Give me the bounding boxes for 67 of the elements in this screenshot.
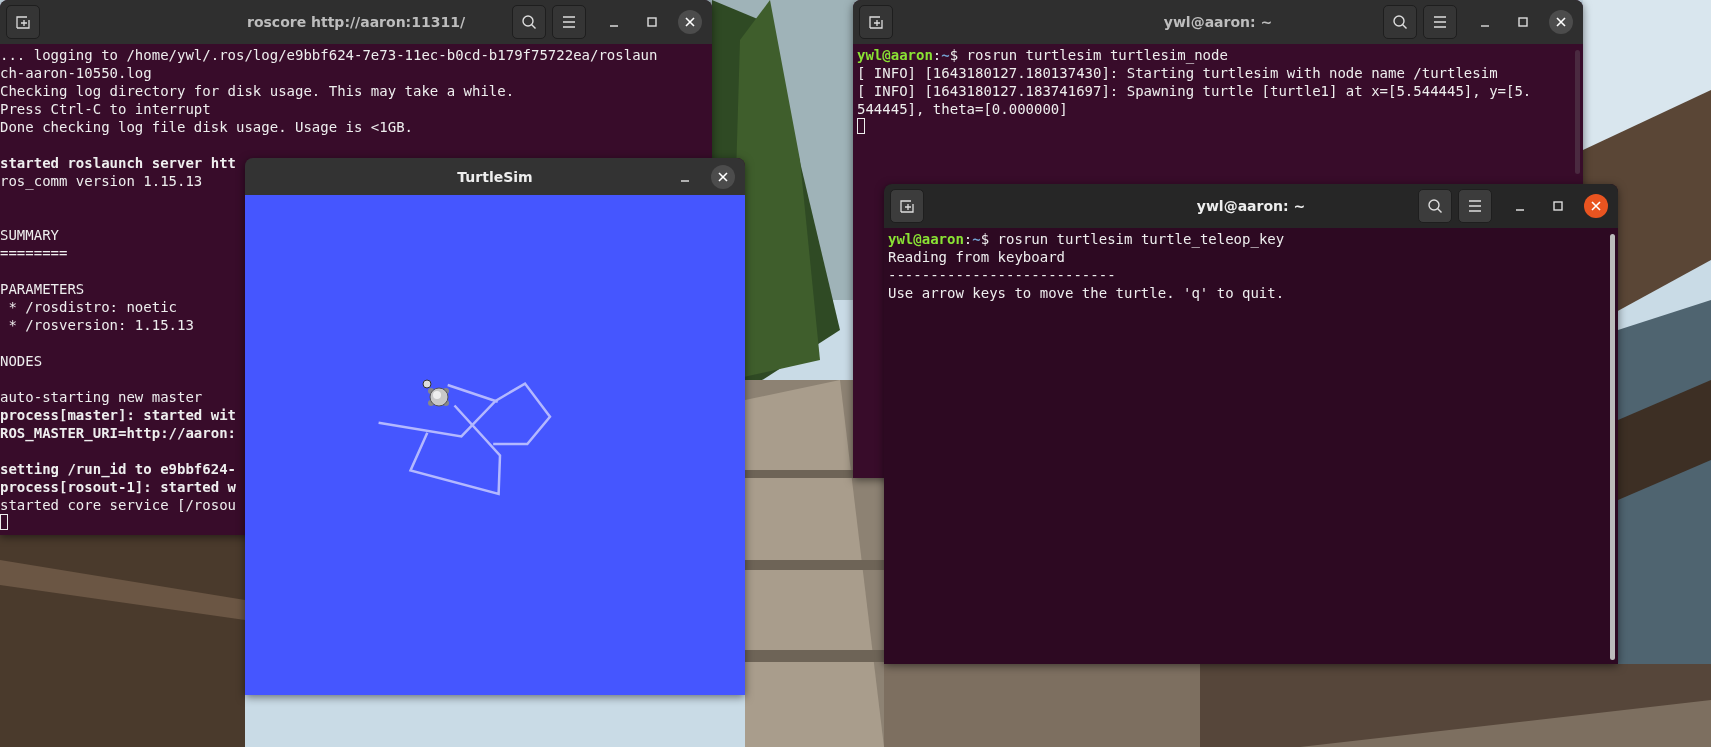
new-tab-icon: [15, 14, 31, 30]
close-icon: [718, 171, 728, 182]
close-icon: [685, 17, 695, 27]
window-title: ywl@aaron: ~: [1196, 198, 1306, 214]
close-button[interactable]: [1549, 10, 1573, 34]
window-title: ywl@aaron: ~: [1163, 14, 1273, 30]
menu-icon: [1432, 15, 1448, 29]
new-tab-icon: [899, 198, 915, 214]
output-line: [ INFO] [1643180127.183741697]: Spawning turtle [turtle1] at x=[5.544445], y=[5.: [857, 82, 1532, 100]
output-line: Reading from keyboard: [888, 248, 1065, 266]
output-line: process[master]: started wit: [0, 406, 236, 424]
window-title: roscore http://aaron:11311/: [247, 14, 465, 30]
maximize-icon: [1553, 201, 1563, 211]
output-line: SUMMARY: [0, 226, 59, 244]
close-button[interactable]: [1584, 194, 1608, 218]
output-line: started roslaunch server htt: [0, 154, 236, 172]
close-icon: [1556, 17, 1566, 27]
search-button[interactable]: [1383, 5, 1417, 39]
search-icon: [521, 14, 537, 30]
output-line: ---------------------------: [888, 266, 1116, 284]
menu-button[interactable]: [552, 5, 586, 39]
menu-button[interactable]: [1423, 5, 1457, 39]
output-line: Done checking log file disk usage. Usage is <1GB.: [0, 118, 413, 136]
maximize-icon: [1518, 17, 1528, 27]
output-line: Use arrow keys to move the turtle. 'q' to quit.: [888, 284, 1285, 302]
new-tab-button[interactable]: [6, 5, 40, 39]
new-tab-button[interactable]: [890, 189, 924, 223]
menu-icon: [1467, 199, 1483, 213]
output-line: * /rosdistro: noetic: [7, 298, 177, 316]
maximize-icon: [647, 17, 657, 27]
output-line: PARAMETERS: [0, 280, 85, 298]
search-button[interactable]: [1418, 189, 1452, 223]
close-button[interactable]: [678, 10, 702, 34]
output-line: ros_comm version 1.15.13: [0, 172, 203, 190]
minimize-icon: [1480, 25, 1490, 27]
scrollbar[interactable]: [1575, 50, 1580, 174]
output-line: process[rosout-1]: started w: [0, 478, 236, 496]
output-line: ... logging to /home/ywl/.ros/log/e9bbf624-7e73-11ec-b0cd-b179f75722ea/roslaun: [0, 46, 658, 64]
turtle-icon: [422, 379, 449, 407]
output-line: auto-starting new master: [0, 388, 203, 406]
menu-icon: [561, 15, 577, 29]
output-line: ROS_MASTER_URI=http://aaron:: [0, 424, 236, 442]
output-line: Checking log directory for disk usage. This may take a while.: [0, 82, 515, 100]
search-icon: [1427, 198, 1443, 214]
output-line: started core service [/rosou: [0, 496, 236, 514]
output-line: * /rosversion: 1.15.13: [7, 316, 194, 334]
output-line: NODES: [0, 352, 43, 370]
output-line: ========: [0, 244, 68, 262]
output-line: 544445], theta=[0.000000]: [857, 100, 1068, 118]
scrollbar[interactable]: [1610, 234, 1615, 660]
search-button[interactable]: [512, 5, 546, 39]
close-icon: [1591, 201, 1601, 211]
output-line: Press Ctrl-C to interrupt: [0, 100, 211, 118]
search-icon: [1392, 14, 1408, 30]
output-line: ch-aaron-10550.log: [0, 64, 152, 82]
prompt-line: ywl@aaron:~$ rosrun turtlesim turtle_teleop_key: [888, 230, 1285, 248]
minimize-icon: [680, 179, 690, 182]
new-tab-button[interactable]: [859, 5, 893, 39]
minimize-icon: [609, 25, 619, 27]
minimize-icon: [1515, 209, 1525, 211]
new-tab-icon: [868, 14, 884, 30]
output-line: setting /run_id to e9bbf624-: [0, 460, 236, 478]
output-line: [ INFO] [1643180127.180137430]: Starting turtlesim with node name /turtlesim: [857, 64, 1498, 82]
close-button[interactable]: [711, 164, 735, 189]
window-title: TurtleSim: [457, 168, 533, 185]
menu-button[interactable]: [1458, 189, 1492, 223]
prompt-line: ywl@aaron:~$ rosrun turtlesim turtlesim_node: [857, 46, 1228, 64]
